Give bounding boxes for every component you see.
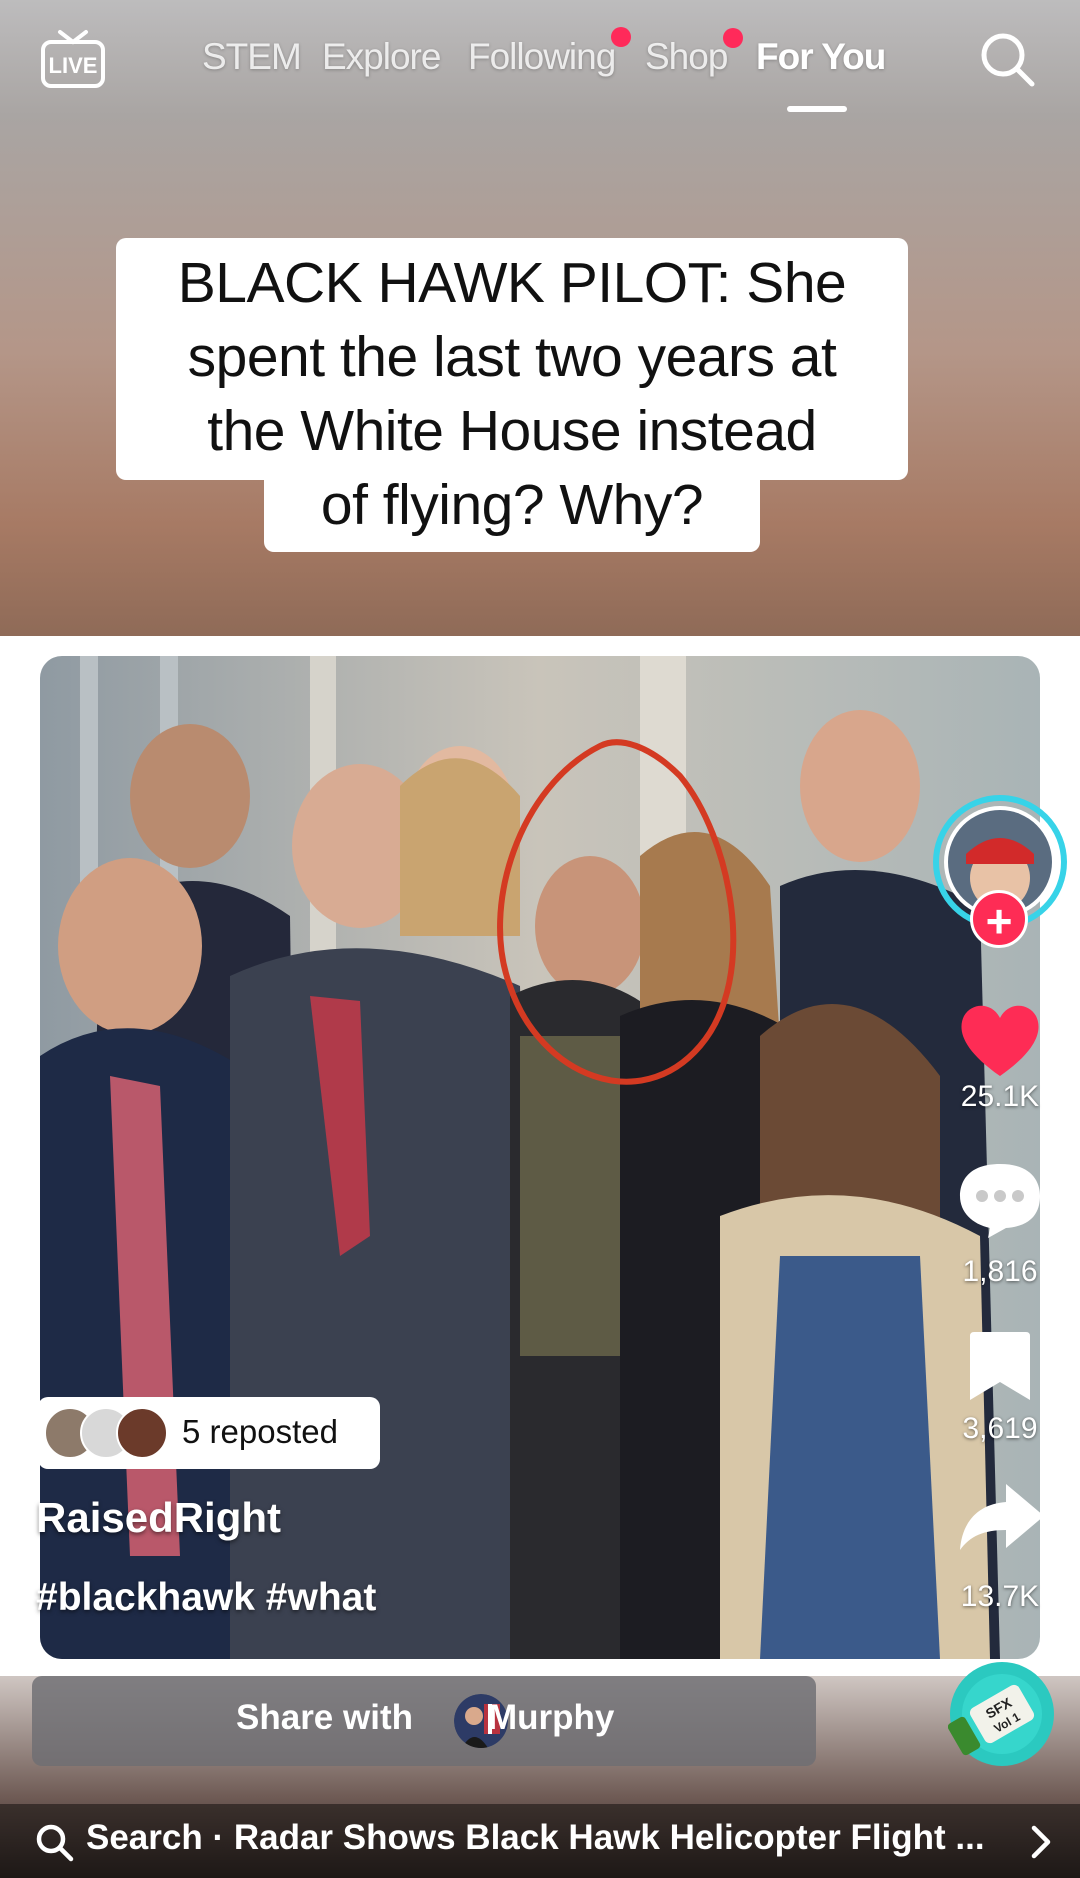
tab-stem[interactable]: STEM — [202, 36, 302, 78]
shop-notification-dot — [723, 28, 743, 48]
reposted-label: 5 reposted — [182, 1413, 338, 1450]
tab-explore[interactable]: Explore — [322, 36, 441, 78]
caption-line: the White House instead — [207, 399, 817, 463]
follow-plus-button[interactable]: + — [970, 890, 1028, 948]
chevron-right-icon — [1031, 1825, 1051, 1859]
caption-line: BLACK HAWK PILOT: She — [177, 251, 847, 315]
repost-avatar — [116, 1407, 168, 1459]
comment-count: 1,816 — [962, 1255, 1038, 1288]
following-notification-dot — [611, 27, 631, 47]
video-caption: BLACK HAWK PILOT: She spent the last two… — [116, 246, 908, 542]
save-count: 3,619 — [962, 1412, 1038, 1445]
share-count: 13.7K — [960, 1580, 1040, 1613]
related-search-bar[interactable]: Search · Radar Shows Black Hawk Helicopt… — [0, 1804, 1080, 1878]
tab-shop[interactable]: Shop — [645, 36, 728, 78]
bookmark-icon[interactable] — [940, 1328, 1060, 1404]
tab-following[interactable]: Following — [468, 36, 616, 78]
plus-icon: + — [985, 895, 1013, 947]
share-friend-name: Murphy — [488, 1698, 615, 1737]
music-disc-icon[interactable]: SFX Vol 1 — [948, 1660, 1056, 1768]
share-arrow-icon[interactable] — [940, 1478, 1060, 1554]
top-tab-bar: STEM Explore Following Shop For You — [0, 36, 1080, 116]
reposted-indicator[interactable]: 5 reposted — [38, 1397, 380, 1469]
search-icon — [36, 1824, 74, 1862]
comment-bubble-icon[interactable] — [940, 1158, 1060, 1240]
related-search-text: Search · Radar Shows Black Hawk Helicopt… — [86, 1818, 985, 1857]
share-with-button[interactable]: Share with Murphy — [32, 1676, 816, 1766]
search-icon[interactable] — [978, 30, 1036, 88]
video-hashtags[interactable]: #blackhawk #what — [36, 1576, 376, 1620]
tab-for-you[interactable]: For You — [756, 36, 886, 78]
author-username[interactable]: RaisedRight — [36, 1494, 281, 1542]
heart-icon[interactable] — [940, 998, 1060, 1080]
caption-line: spent the last two years at — [187, 325, 837, 389]
like-count: 25.1K — [960, 1080, 1040, 1113]
share-with-label: Share with — [236, 1698, 413, 1737]
active-tab-indicator — [787, 106, 847, 112]
caption-line: of flying? Why? — [320, 473, 704, 537]
